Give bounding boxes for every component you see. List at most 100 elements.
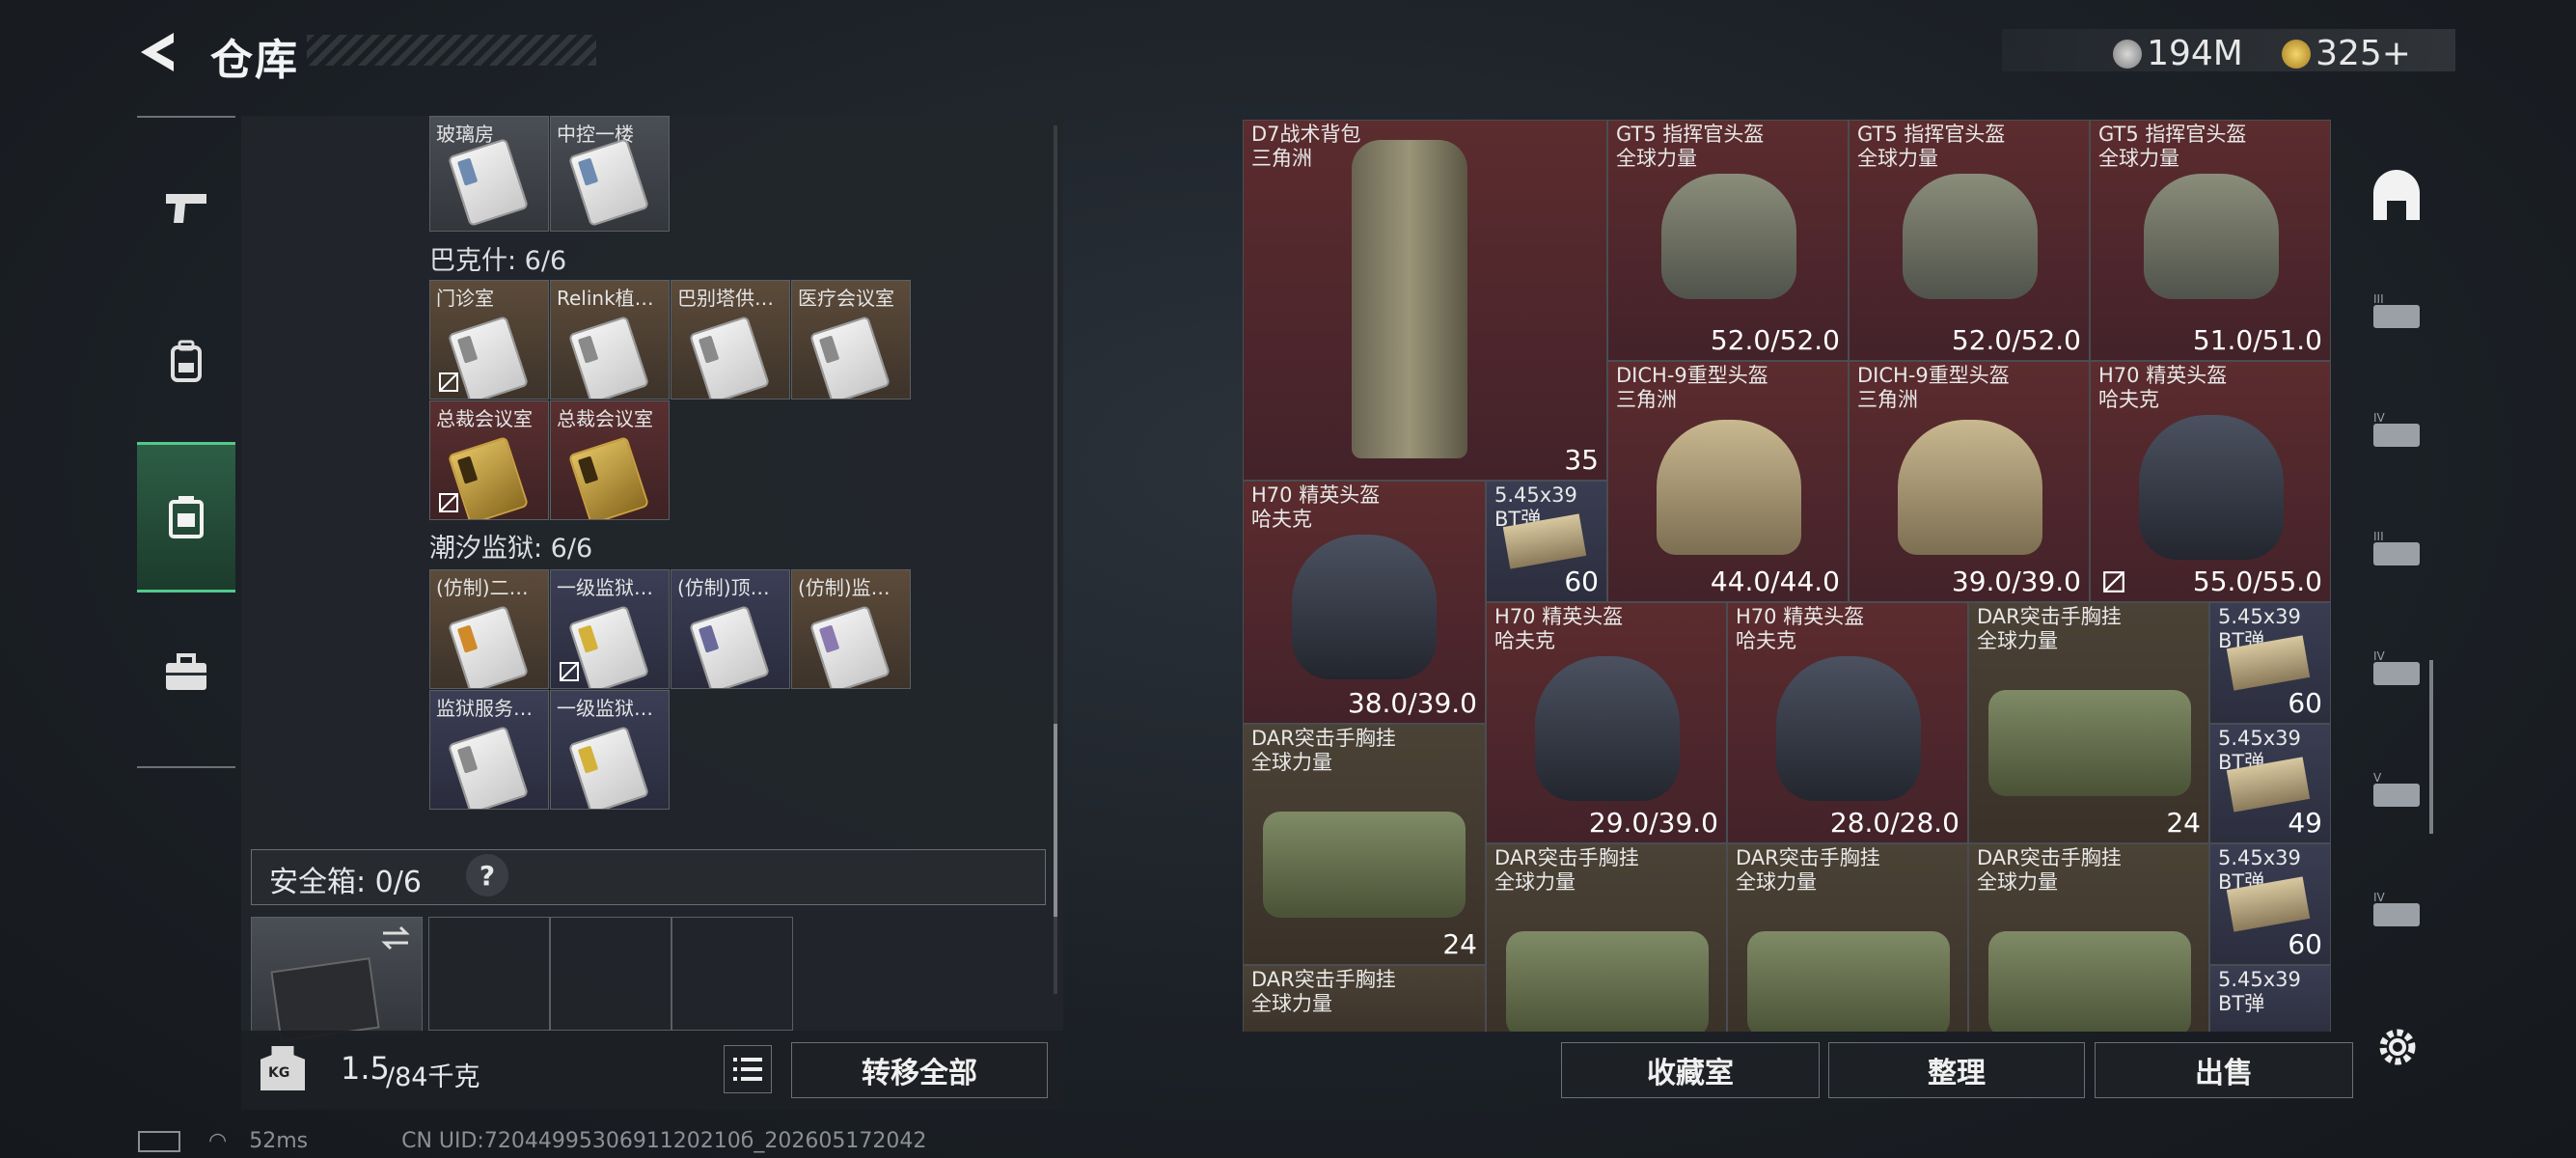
status-bar: ◠ 52ms CN UID:7204499530691120210б_20260… [138, 1129, 926, 1153]
storage-tab[interactable]: III [2358, 274, 2435, 351]
home-tab[interactable] [2358, 156, 2435, 234]
svg-text:IV: IV [2373, 649, 2386, 663]
inventory-grid: D7战术背包 三角洲 35 GT5 指挥官头盔 全球力量 52.0/52.0 GT5… [1243, 120, 2331, 1032]
keycard-slot[interactable]: 总裁会议室 [429, 400, 549, 520]
gold-amount: 325+ [2316, 34, 2411, 73]
nav-weapons[interactable] [137, 135, 235, 280]
inventory-item[interactable]: GT5 指挥官头盔 全球力量 52.0/52.0 [1849, 120, 2090, 361]
nav-tools[interactable] [137, 600, 235, 745]
back-arrow-icon [141, 33, 174, 71]
chest-rig-image [1988, 931, 2191, 1032]
tier-3-safe-icon: III [2373, 530, 2420, 565]
help-button[interactable]: ? [466, 854, 508, 896]
inventory-item[interactable]: DICH-9重型头盔 三角洲 44.0/44.0 [1607, 361, 1849, 602]
keycard-slot[interactable]: (仿制)顶… [671, 569, 790, 689]
keycard-slot[interactable]: 玻璃房 [429, 116, 549, 232]
keycard-case-icon [169, 496, 204, 538]
inventory-item[interactable]: H70 精英头盔 哈夫克 55.0/55.0 [2090, 361, 2331, 602]
settings-icon [2379, 1029, 2416, 1065]
inventory-item[interactable]: 5.45x39 BT弹 60 [2209, 843, 2331, 965]
not-sellable-icon [439, 372, 458, 392]
keycard-slot[interactable]: 门诊室 [429, 280, 549, 400]
storage-tab[interactable]: V [2358, 753, 2435, 830]
sell-button[interactable]: 出售 [2095, 1042, 2353, 1098]
nav-keycards[interactable] [137, 442, 235, 593]
keycard-slot[interactable]: 一级监狱… [550, 569, 670, 689]
transfer-all-button[interactable]: 转移全部 [791, 1042, 1048, 1098]
inventory-item[interactable]: H70 精英头盔 哈夫克 28.0/28.0 [1727, 602, 1968, 843]
inventory-item[interactable]: DAR突击手胸挂 全球力量 [1243, 965, 1486, 1032]
keycard-icon [447, 435, 530, 519]
storage-tabs: III IV III IV V IV [2358, 120, 2435, 1032]
safebox-slot[interactable] [428, 917, 550, 1031]
currency-silver[interactable]: 194M [2113, 34, 2243, 73]
inventory-item[interactable]: H70 精英头盔 哈夫克 38.0/39.0 [1243, 481, 1486, 724]
back-button[interactable] [135, 27, 185, 77]
keycard-slot[interactable]: 监狱服务… [429, 690, 549, 810]
inventory-item[interactable]: 5.45x39 BT弹 60 [1486, 481, 1607, 602]
inventory-item[interactable]: GT5 指挥官头盔 全球力量 52.0/52.0 [1607, 120, 1849, 361]
keycard-slot[interactable]: (仿制)二… [429, 569, 549, 689]
helmet-image [1535, 656, 1680, 801]
silver-coin-icon [2113, 39, 2142, 69]
keycard-slot[interactable]: Relink植… [550, 280, 670, 400]
helmet-image [2144, 174, 2279, 299]
helmet-image [1292, 535, 1437, 679]
not-sellable-icon [560, 662, 579, 681]
page-title: 仓库 [210, 36, 299, 85]
safebox-slot[interactable] [550, 917, 671, 1031]
inventory-item[interactable]: DAR突击手胸挂 全球力量 24 [1968, 602, 2209, 843]
settings-button[interactable] [2373, 1023, 2422, 1071]
list-icon [733, 1058, 762, 1081]
inventory-item[interactable]: 5.45x39 BT弹 49 [2209, 724, 2331, 843]
safebox-container-slot[interactable] [251, 917, 423, 1042]
inventory-item[interactable]: DAR突击手胸挂 全球力量 24 [1243, 724, 1486, 965]
inventory-item[interactable]: DAR突击手胸挂 全球力量 [1968, 843, 2209, 1032]
uid-text: CN UID:7204499530691120210б_202605172042 [401, 1129, 927, 1153]
tier-4-case-icon: IV [2373, 649, 2420, 685]
inventory-item[interactable]: DAR突击手胸挂 全球力量 [1486, 843, 1727, 1032]
inventory-item[interactable]: GT5 指挥官头盔 全球力量 51.0/51.0 [2090, 120, 2331, 361]
storage-tab[interactable]: III [2358, 511, 2435, 589]
inventory-item[interactable]: H70 精英头盔 哈夫克 29.0/39.0 [1486, 602, 1727, 843]
inventory-item[interactable]: DAR突击手胸挂 全球力量 [1727, 843, 1968, 1032]
helmet-image [1661, 174, 1796, 299]
keycard-icon [447, 604, 530, 688]
sort-button[interactable]: 整理 [1828, 1042, 2085, 1098]
keycard-scrollbar[interactable] [1054, 125, 1057, 994]
list-view-button[interactable] [724, 1045, 772, 1093]
chest-rig-image [1263, 812, 1466, 918]
chest-rig-image [1747, 931, 1950, 1032]
inventory-item[interactable]: 5.45x39 BT弹 [2209, 965, 2331, 1032]
chest-rig-image [1506, 931, 1709, 1032]
inventory-item[interactable]: D7战术背包 三角洲 35 [1243, 120, 1607, 481]
toolbox-icon [166, 653, 206, 690]
keycard-slot[interactable]: (仿制)监… [791, 569, 911, 689]
svg-text:IV: IV [2373, 891, 2386, 904]
storage-tab[interactable]: IV [2358, 393, 2435, 470]
inventory-item[interactable]: 5.45x39 BT弹 60 [2209, 602, 2331, 724]
keycard-slot[interactable]: 一级监狱… [550, 690, 670, 810]
gold-coin-icon [2282, 39, 2311, 69]
tabs-scrollbar[interactable] [2429, 660, 2433, 834]
storage-tab[interactable]: IV [2358, 631, 2435, 708]
inventory-item[interactable]: DICH-9重型头盔 三角洲 39.0/39.0 [1849, 361, 2090, 602]
keycard-slot[interactable]: 巴别塔供… [671, 280, 790, 400]
collection-button[interactable]: 收藏室 [1561, 1042, 1820, 1098]
left-nav [137, 116, 235, 768]
safebox-grid [428, 917, 795, 1031]
safebox-slot[interactable] [671, 917, 793, 1031]
weight-icon: KG [260, 1046, 305, 1090]
not-sellable-icon [2103, 571, 2124, 593]
keycard-slot[interactable]: 医疗会议室 [791, 280, 911, 400]
swap-icon[interactable] [379, 924, 412, 952]
currency-gold[interactable]: 325+ [2282, 34, 2411, 73]
ping-text: 52ms [249, 1129, 309, 1153]
keycard-slot[interactable]: 中控一楼 [550, 116, 670, 232]
keycard-icon [688, 604, 771, 688]
nav-backpack[interactable] [137, 290, 235, 434]
storage-tab[interactable]: IV [2358, 872, 2435, 950]
backpack-icon [171, 340, 202, 382]
svg-text:III: III [2373, 530, 2384, 543]
keycard-slot[interactable]: 总裁会议室 [550, 400, 670, 520]
